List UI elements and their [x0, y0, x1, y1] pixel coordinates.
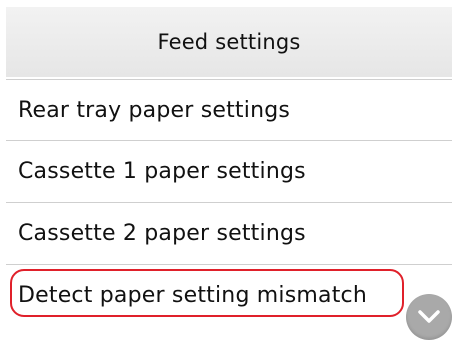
page-title: Feed settings: [157, 30, 301, 54]
menu-item-label: Detect paper setting mismatch: [18, 282, 367, 308]
settings-menu: Rear tray paper settings Cassette 1 pape…: [6, 79, 452, 325]
scroll-down-button[interactable]: [406, 294, 452, 340]
menu-item-rear-tray-paper-settings[interactable]: Rear tray paper settings: [6, 79, 452, 141]
screen-header: Feed settings: [6, 7, 452, 77]
menu-item-label: Rear tray paper settings: [18, 97, 291, 123]
menu-item-label: Cassette 2 paper settings: [18, 221, 306, 246]
printer-touchscreen: Feed settings Rear tray paper settings C…: [0, 0, 454, 342]
menu-item-label: Cassette 1 paper settings: [18, 159, 306, 184]
menu-item-cassette-2-paper-settings[interactable]: Cassette 2 paper settings: [6, 203, 452, 265]
chevron-down-icon: [418, 310, 440, 323]
menu-item-detect-paper-setting-mismatch[interactable]: Detect paper setting mismatch: [6, 265, 452, 325]
menu-item-cassette-1-paper-settings[interactable]: Cassette 1 paper settings: [6, 141, 452, 203]
